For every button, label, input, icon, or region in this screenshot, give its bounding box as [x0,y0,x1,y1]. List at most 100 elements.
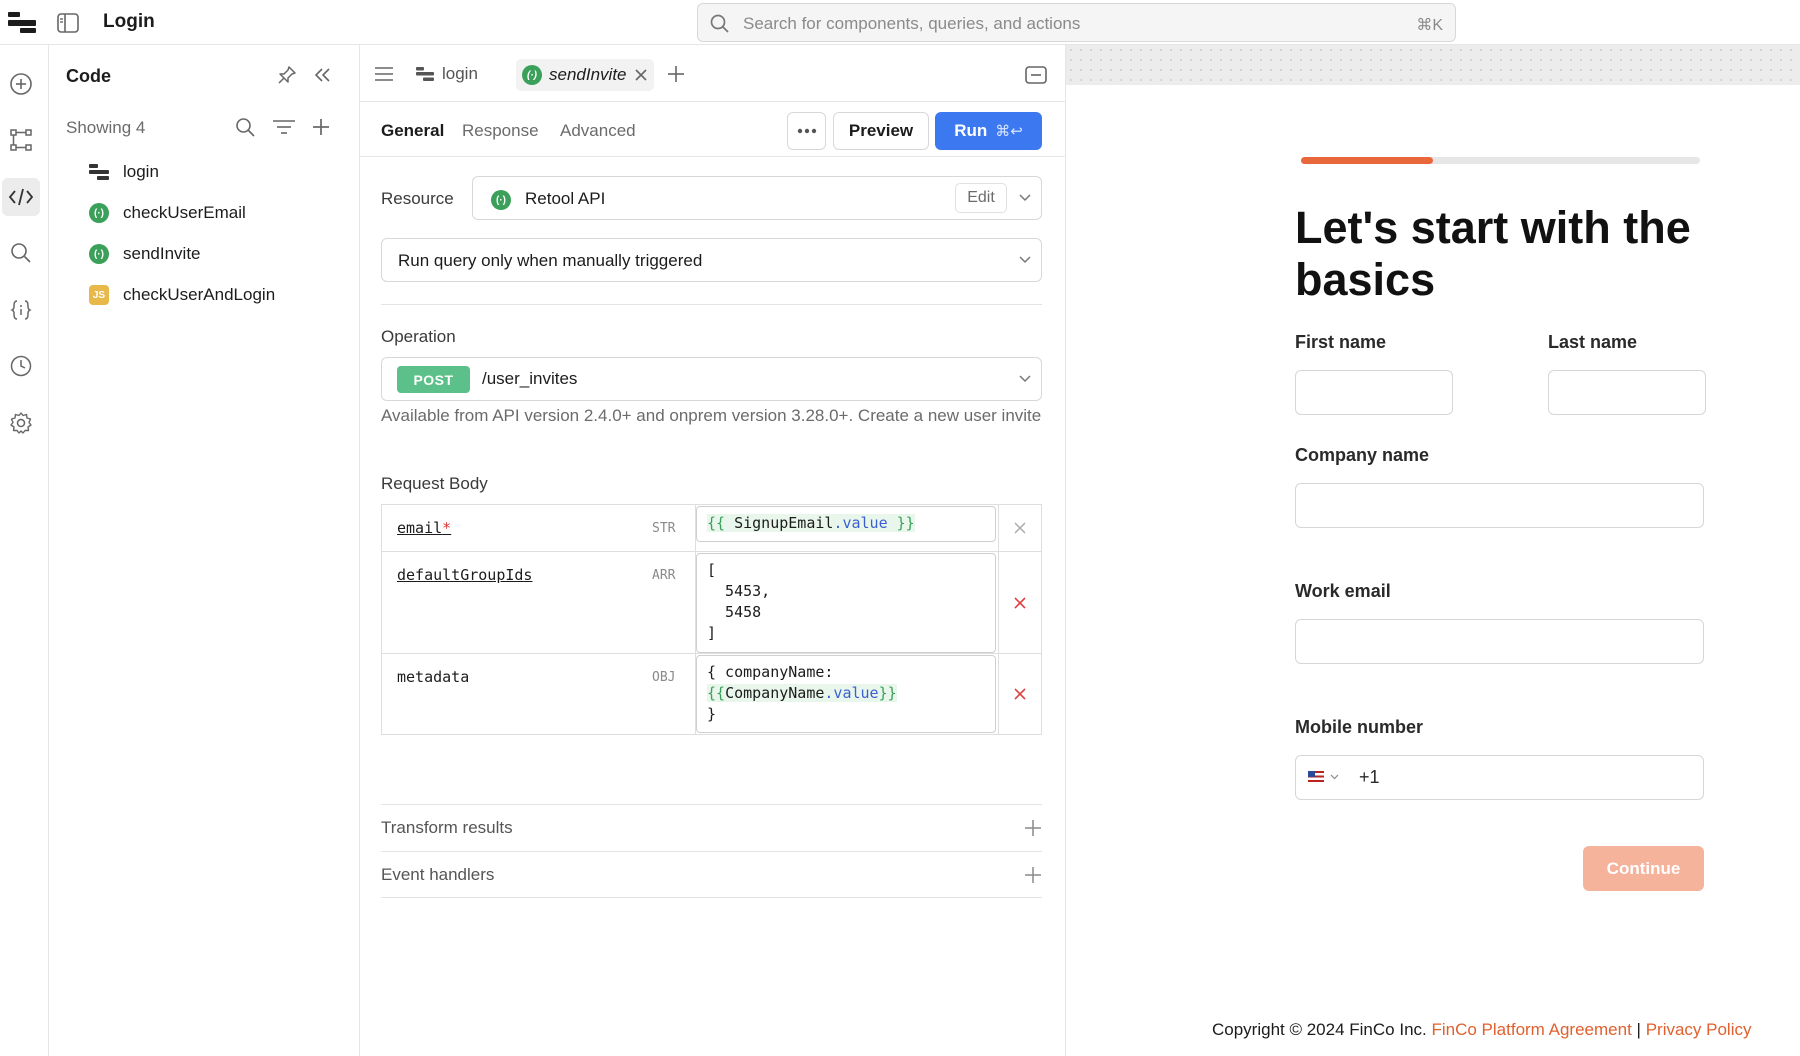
history-icon[interactable] [2,347,40,385]
search-placeholder: Search for components, queries, and acti… [743,14,1081,33]
tree-item-label: checkUserAndLogin [123,285,276,304]
menu-icon[interactable] [375,66,393,82]
code-icon[interactable] [2,178,40,216]
resource-label: Resource [381,189,454,208]
tree-item-checkuseremail[interactable]: (·) checkUserEmail [87,196,347,230]
filter-icon[interactable] [272,119,296,135]
workflow-icon[interactable] [2,121,40,159]
state-icon[interactable] [2,291,40,329]
operation-description: Available from API version 2.4.0+ and on… [381,406,1042,425]
tab-sendinvite[interactable]: (·) sendInvite [516,59,654,91]
remove-row-icon[interactable] [998,654,1041,734]
search-shortcut: ⌘K [1416,17,1443,34]
mobile-number-input[interactable]: +1 [1295,755,1704,800]
tab-general[interactable]: General [381,121,444,141]
us-flag-icon [1308,771,1324,782]
top-bar: Login Search for components, queries, an… [0,0,1800,45]
trigger-value: Run query only when manually triggered [398,251,703,270]
country-select[interactable] [1308,771,1339,782]
tree-item-label: sendInvite [123,244,201,263]
chevron-down-icon [1019,194,1031,202]
mobile-number-label: Mobile number [1295,717,1424,737]
search-queries-icon[interactable] [235,117,256,138]
resource-query-icon: (·) [522,65,542,85]
event-handlers-section[interactable]: Event handlers [381,851,1042,898]
resource-value: Retool API [525,189,606,208]
page-icon [87,160,111,184]
remove-row-icon[interactable] [998,552,1041,653]
method-badge: POST [397,366,470,393]
body-type: STR [652,521,676,536]
resource-query-icon: (·) [87,201,111,225]
add-component-icon[interactable] [2,65,40,103]
page-icon [416,67,434,81]
tree-item-login[interactable]: login [87,155,347,189]
add-query-icon[interactable] [311,117,331,137]
add-tab-icon[interactable] [667,65,685,83]
resource-select[interactable]: (·) Retool API Edit [472,176,1042,220]
search-icon [710,14,729,33]
tab-login[interactable]: login [412,59,482,89]
sidebar-toggle-icon[interactable] [57,13,79,33]
search-rail-icon[interactable] [2,234,40,272]
showing-count: Showing 4 [66,118,146,137]
chevron-down-icon [1019,375,1031,383]
work-email-input[interactable] [1295,619,1704,664]
more-options-button[interactable] [787,112,826,150]
tree-item-checkuserandlogin[interactable]: JS checkUserAndLogin [87,278,347,312]
first-name-label: First name [1295,332,1387,352]
remove-row-icon[interactable] [998,505,1041,551]
body-value-metadata[interactable]: { companyName: {{CompanyName.value}} } [696,655,996,733]
tab-label: login [442,64,478,83]
operation-select[interactable]: POST /user_invites [381,357,1042,401]
command-search[interactable]: Search for components, queries, and acti… [697,3,1456,42]
body-type: ARR [652,568,676,583]
js-query-icon: JS [87,283,111,307]
close-tab-icon[interactable] [634,68,648,82]
retool-logo-icon[interactable] [8,12,36,34]
chevron-down-icon [1330,774,1339,779]
collapse-panel-icon[interactable] [314,66,332,84]
platform-agreement-link[interactable]: FinCo Platform Agreement [1431,1020,1631,1039]
code-panel-title: Code [66,66,111,86]
operation-path: /user_invites [482,369,578,388]
body-row-email: email* STR {{ SignupEmail.value }} [382,505,1041,552]
expand-plus-icon [1024,819,1042,837]
company-name-input[interactable] [1295,483,1704,528]
tree-item-sendinvite[interactable]: (·) sendInvite [87,237,347,271]
run-label: Run [954,121,988,140]
expand-plus-icon [1024,866,1042,884]
work-email-label: Work email [1295,581,1391,601]
edit-resource-button[interactable]: Edit [955,183,1007,213]
tab-advanced[interactable]: Advanced [560,121,636,141]
company-name-label: Company name [1295,445,1430,465]
first-name-input[interactable] [1295,370,1453,415]
operation-label: Operation [381,327,456,346]
resource-query-icon: (·) [87,242,111,266]
body-row-metadata: metadata OBJ { companyName: {{CompanyNam… [382,654,1041,734]
minimize-panel-icon[interactable] [1025,66,1047,84]
tab-response[interactable]: Response [462,121,539,141]
body-key: metadata [397,668,470,686]
run-button[interactable]: Run ⌘↩ [935,112,1042,150]
canvas-header-strip [1066,45,1800,85]
copyright-text: Copyright © 2024 FinCo Inc. [1212,1020,1427,1039]
settings-gear-icon[interactable] [2,404,40,442]
request-body-label: Request Body [381,474,488,493]
privacy-policy-link[interactable]: Privacy Policy [1646,1020,1752,1039]
run-shortcut: ⌘↩ [995,123,1023,140]
preview-button[interactable]: Preview [833,112,929,150]
trigger-select[interactable]: Run query only when manually triggered [381,238,1042,282]
progress-fill [1301,157,1433,164]
pin-icon[interactable] [277,65,297,85]
app-canvas: Let's start with the basics First name L… [1066,45,1800,1056]
signup-progress-bar [1301,157,1700,164]
body-value-email[interactable]: {{ SignupEmail.value }} [696,506,996,542]
continue-button[interactable]: Continue [1583,846,1704,891]
body-key: email* [397,519,452,537]
transform-results-section[interactable]: Transform results [381,804,1042,851]
left-rail [0,45,49,1056]
body-value-defaultgroupids[interactable]: [ 5453, 5458 ] [696,553,996,653]
form-heading: Let's start with the basics [1295,202,1691,305]
last-name-input[interactable] [1548,370,1706,415]
